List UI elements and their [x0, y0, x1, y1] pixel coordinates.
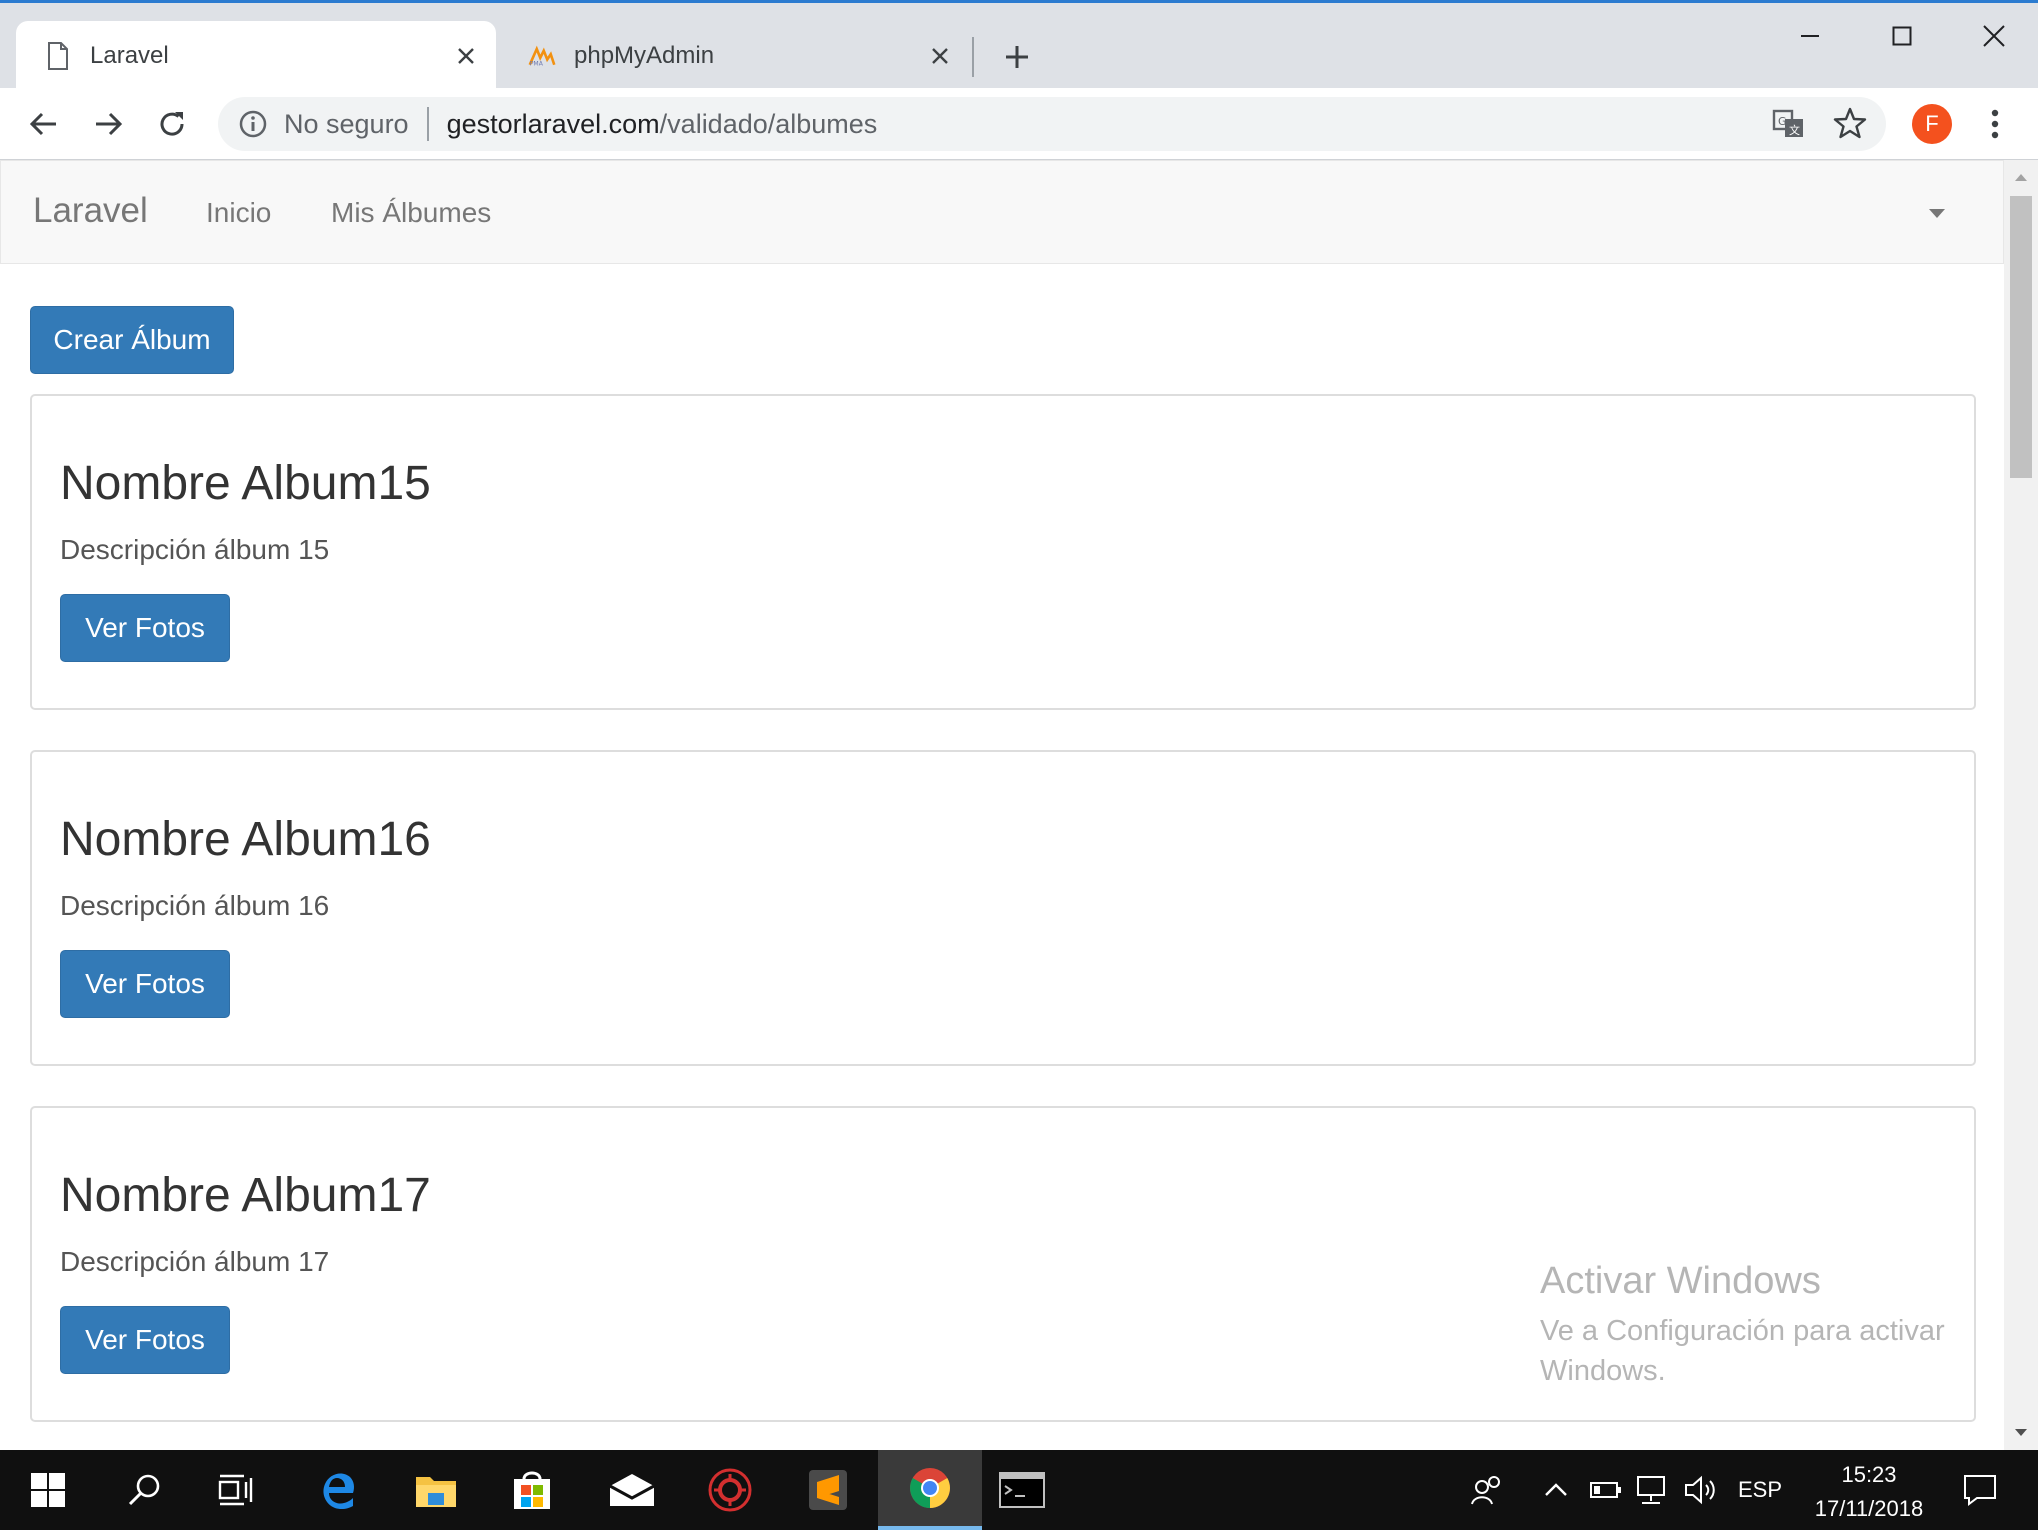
album-description: Descripción álbum 16: [60, 890, 330, 921]
file-explorer-icon[interactable]: [388, 1450, 484, 1530]
svg-text:G: G: [1778, 115, 1787, 128]
watermark-title: Activar Windows: [1540, 1260, 1821, 1302]
tab-phpmyadmin[interactable]: PMA phpMyAdmin: [500, 21, 970, 91]
profile-avatar[interactable]: F: [1912, 104, 1952, 144]
tab-divider: [972, 37, 974, 77]
chevron-up-icon[interactable]: [1540, 1470, 1572, 1510]
svg-text:文: 文: [1789, 123, 1800, 137]
new-tab-icon[interactable]: [995, 35, 1039, 79]
tab-laravel[interactable]: Laravel: [16, 21, 496, 91]
view-photos-button[interactable]: Ver Fotos: [60, 1306, 230, 1374]
people-icon[interactable]: [1466, 1470, 1506, 1510]
clock-time: 15:23: [1841, 1462, 1897, 1487]
maximize-icon[interactable]: [1872, 13, 1932, 59]
start-icon[interactable]: [0, 1450, 96, 1530]
windows-taskbar: ESP 15:23 17/11/2018: [0, 1450, 2038, 1530]
caret-down-icon[interactable]: [1919, 199, 1955, 229]
clock-date: 17/11/2018: [1814, 1496, 1924, 1521]
page-viewport: Laravel Inicio Mis Álbumes Crear Álbum N…: [0, 160, 2004, 1450]
antivirus-icon[interactable]: [682, 1450, 778, 1530]
phpmyadmin-icon: PMA: [528, 39, 556, 73]
vertical-scrollbar[interactable]: [2004, 160, 2038, 1450]
scrollbar-thumb[interactable]: [2010, 196, 2032, 478]
address-bar[interactable]: No seguro gestorlaravel.com/validado/alb…: [218, 97, 1886, 151]
album-card: Nombre Album16 Descripción álbum 16 Ver …: [30, 750, 1976, 1066]
bookmark-star-icon[interactable]: [1832, 105, 1870, 143]
scroll-up-arrow-icon[interactable]: [2004, 160, 2038, 194]
tab-title: Laravel: [90, 42, 169, 69]
windows-activation-watermark: Activar Windows Ve a Configuración para …: [1540, 1260, 1980, 1391]
store-icon[interactable]: [484, 1450, 580, 1530]
url-path: /validado/albumes: [659, 108, 878, 139]
close-tab-icon[interactable]: [446, 36, 486, 76]
browser-tab-strip: Laravel PMA phpMyAdmin: [0, 0, 2038, 91]
scroll-down-arrow-icon[interactable]: [2004, 1416, 2038, 1450]
volume-icon[interactable]: [1682, 1470, 1722, 1510]
task-view-icon[interactable]: [188, 1450, 284, 1530]
translate-icon[interactable]: G文: [1772, 107, 1806, 141]
close-tab-icon[interactable]: [920, 36, 960, 76]
chrome-icon[interactable]: [878, 1450, 982, 1530]
page-icon: [44, 39, 72, 73]
clock[interactable]: 15:23 17/11/2018: [1804, 1458, 1934, 1526]
app-navbar: Laravel Inicio Mis Álbumes: [0, 160, 2004, 264]
album-card: Nombre Album15 Descripción álbum 15 Ver …: [30, 394, 1976, 710]
info-icon[interactable]: [236, 107, 270, 141]
nav-link-mis-albumes[interactable]: Mis Álbumes: [331, 197, 491, 229]
album-title: Nombre Album17: [60, 1169, 431, 1222]
browser-menu-icon[interactable]: [1980, 102, 2010, 146]
forward-icon[interactable]: [86, 102, 130, 146]
battery-icon[interactable]: [1588, 1470, 1624, 1510]
svg-text:PMA: PMA: [530, 61, 544, 68]
tab-title: phpMyAdmin: [574, 42, 715, 69]
back-icon[interactable]: [22, 102, 66, 146]
terminal-icon[interactable]: [974, 1450, 1070, 1530]
address-divider: [426, 107, 429, 141]
watermark-subtitle: Ve a Configuración para activar Windows.: [1540, 1315, 1945, 1387]
mail-icon[interactable]: [584, 1450, 680, 1530]
minimize-icon[interactable]: [1780, 13, 1840, 59]
view-photos-button[interactable]: Ver Fotos: [60, 950, 230, 1018]
album-description: Descripción álbum 17: [60, 1246, 330, 1277]
edge-icon[interactable]: [290, 1450, 386, 1530]
album-title: Nombre Album16: [60, 813, 431, 866]
album-title: Nombre Album15: [60, 457, 431, 510]
navbar-brand[interactable]: Laravel: [33, 191, 148, 231]
view-photos-button[interactable]: Ver Fotos: [60, 594, 230, 662]
album-description: Descripción álbum 15: [60, 534, 330, 565]
browser-toolbar: No seguro gestorlaravel.com/validado/alb…: [0, 88, 2038, 160]
security-label: No seguro: [284, 108, 409, 139]
action-center-icon[interactable]: [1958, 1470, 2002, 1510]
close-window-icon[interactable]: [1964, 13, 2024, 59]
sublime-text-icon[interactable]: [780, 1450, 876, 1530]
reload-icon[interactable]: [150, 102, 194, 146]
network-icon[interactable]: [1634, 1470, 1672, 1510]
nav-link-inicio[interactable]: Inicio: [206, 197, 271, 229]
language-indicator[interactable]: ESP: [1736, 1470, 1784, 1510]
create-album-button[interactable]: Crear Álbum: [30, 306, 234, 374]
url-host: gestorlaravel.com: [446, 108, 660, 139]
search-icon[interactable]: [96, 1450, 192, 1530]
